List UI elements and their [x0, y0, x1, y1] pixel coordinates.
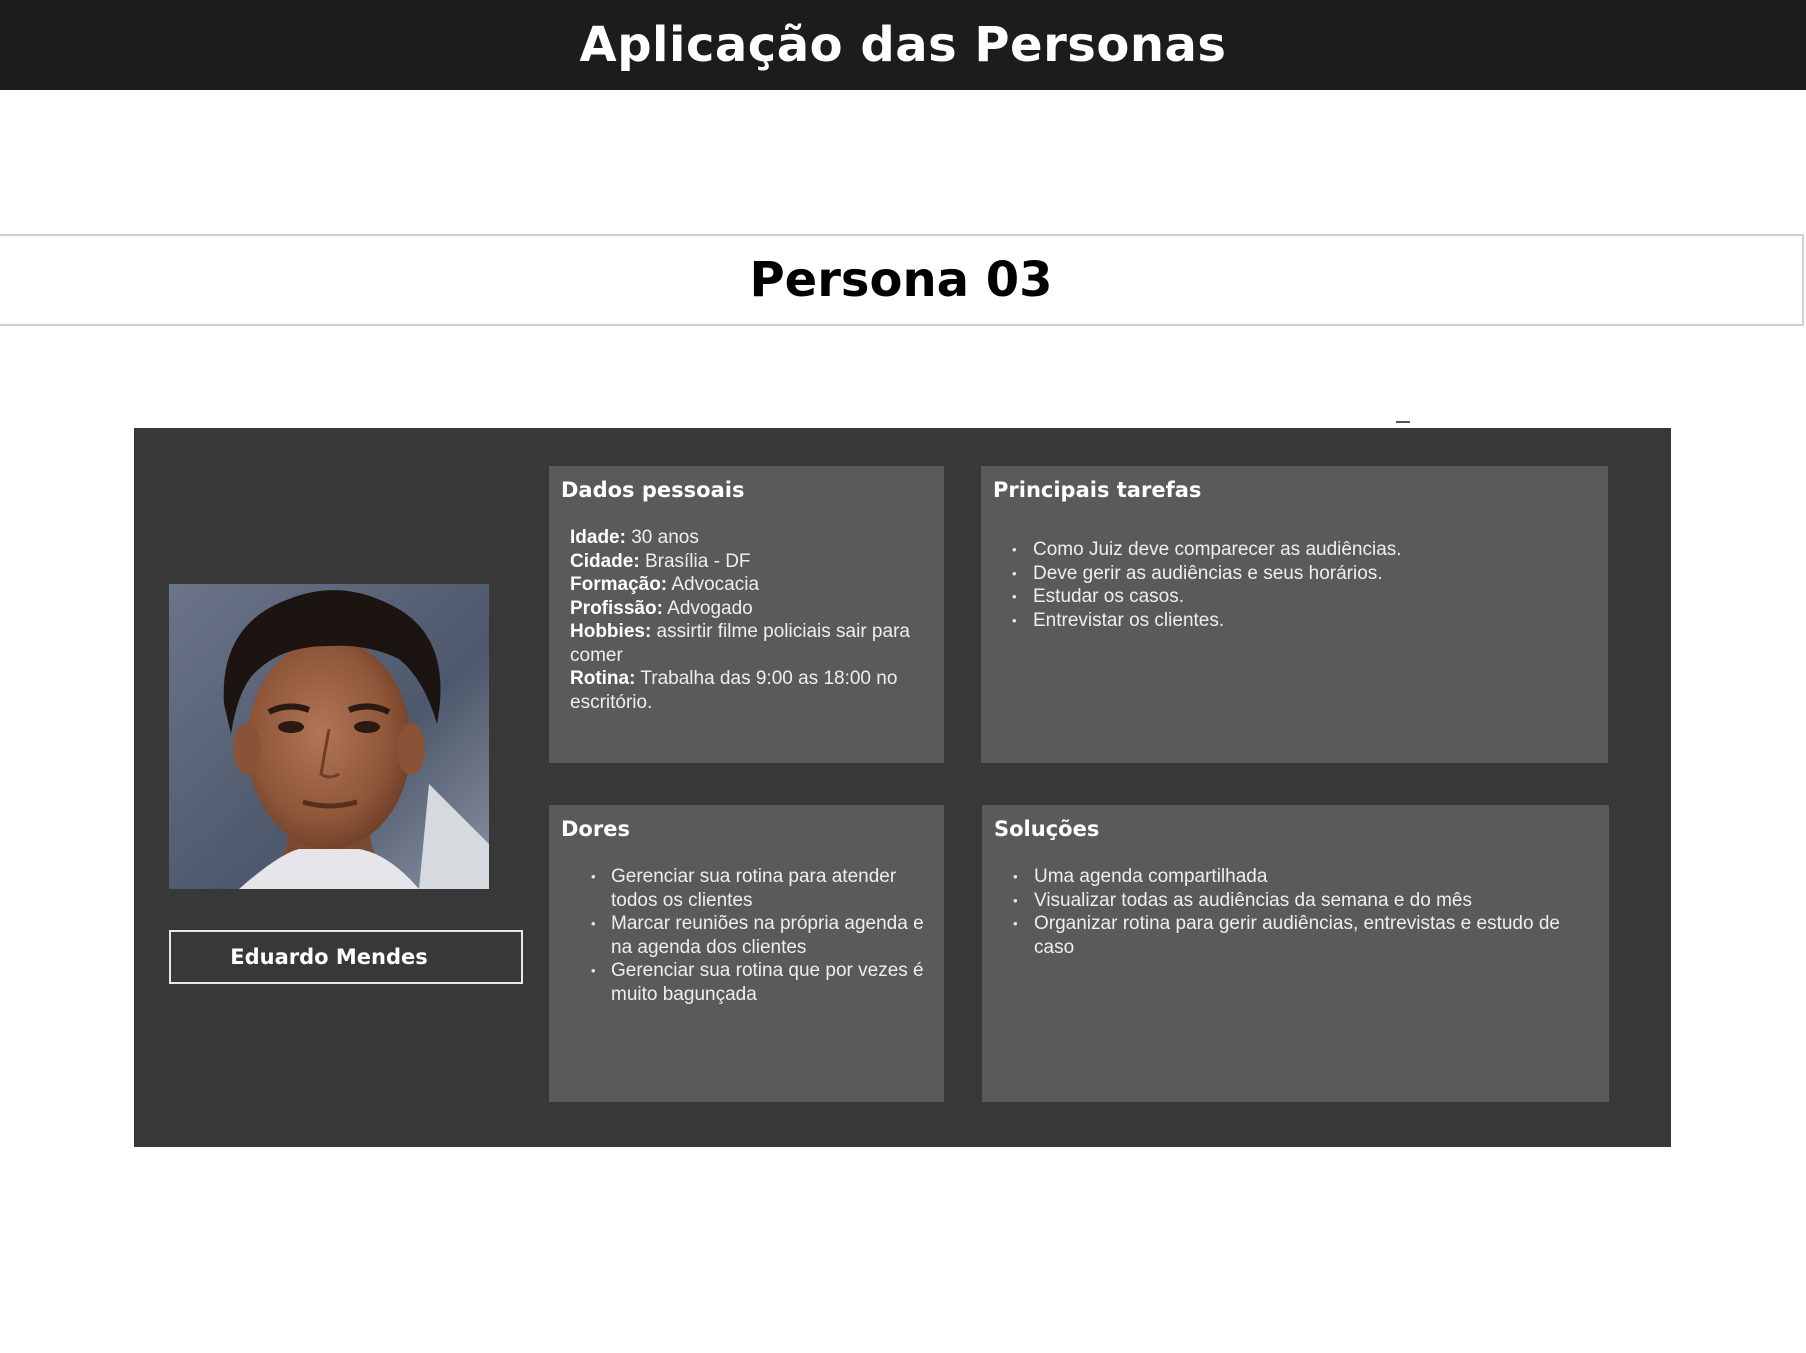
list-item: Como Juiz deve comparecer as audiências.	[993, 538, 1596, 562]
list-item: Gerenciar sua rotina para atender todos …	[561, 865, 932, 912]
persona-title-bar: Persona 03	[0, 234, 1804, 326]
field-rotina: Rotina: Trabalha das 9:00 as 18:00 no es…	[570, 667, 932, 714]
page-title: Aplicação das Personas	[579, 17, 1227, 73]
list-item: Organizar rotina para gerir audiências, …	[994, 912, 1597, 959]
divider-mark	[1396, 421, 1410, 423]
persona-name: Eduardo Mendes	[230, 945, 428, 969]
principais-tarefas-list: Como Juiz deve comparecer as audiências.…	[993, 538, 1596, 632]
field-label: Profissão:	[570, 597, 663, 619]
field-label: Idade:	[570, 527, 626, 548]
dores-title: Dores	[561, 817, 630, 841]
field-formacao: Formação: Advocacia	[570, 573, 932, 597]
list-item: Uma agenda compartilhada	[994, 865, 1597, 889]
principais-tarefas-title: Principais tarefas	[993, 478, 1202, 502]
dados-pessoais-title: Dados pessoais	[561, 478, 745, 502]
field-label: Formação:	[570, 574, 668, 595]
persona-name-box: Eduardo Mendes	[169, 930, 523, 984]
list-item: Visualizar todas as audiências da semana…	[994, 889, 1597, 913]
list-item: Marcar reuniões na própria agenda e na a…	[561, 912, 932, 959]
field-value: 30 anos	[625, 527, 699, 548]
field-label: Cidade:	[570, 550, 640, 572]
header-bar: Aplicação das Personas	[0, 0, 1806, 90]
solucoes-title: Soluções	[994, 817, 1100, 841]
persona-photo	[169, 584, 489, 889]
persona-board: Eduardo Mendes Dados pessoais Idade: 30 …	[134, 428, 1671, 1147]
solucoes-card: Soluções Uma agenda compartilhada Visual…	[982, 805, 1609, 1102]
field-idade: Idade: 30 anos	[570, 526, 932, 550]
field-profissao: Profissão: Advogado	[570, 597, 932, 621]
list-item: Deve gerir as audiências e seus horários…	[993, 562, 1596, 586]
dados-pessoais-card: Dados pessoais Idade: 30 anos Cidade: Br…	[549, 466, 944, 763]
dados-pessoais-body: Idade: 30 anos Cidade: Brasília - DF For…	[561, 526, 932, 714]
dores-card: Dores Gerenciar sua rotina para atender …	[549, 805, 944, 1102]
field-label: Hobbies:	[570, 621, 652, 642]
list-item: Gerenciar sua rotina que por vezes é mui…	[561, 959, 932, 1006]
principais-tarefas-card: Principais tarefas Como Juiz deve compar…	[981, 466, 1608, 763]
field-cidade: Cidade: Brasília - DF	[570, 550, 932, 574]
solucoes-list: Uma agenda compartilhada Visualizar toda…	[994, 865, 1597, 959]
field-value: Brasília - DF	[639, 550, 751, 572]
list-item: Entrevistar os clientes.	[993, 609, 1596, 633]
dores-list: Gerenciar sua rotina para atender todos …	[561, 865, 932, 1006]
persona-label: Persona 03	[749, 252, 1053, 308]
field-value: Advogado	[662, 597, 753, 619]
field-label: Rotina:	[570, 668, 636, 689]
field-hobbies: Hobbies: assirtir filme policiais sair p…	[570, 620, 932, 667]
list-item: Estudar os casos.	[993, 585, 1596, 609]
field-value: Advocacia	[667, 574, 760, 595]
